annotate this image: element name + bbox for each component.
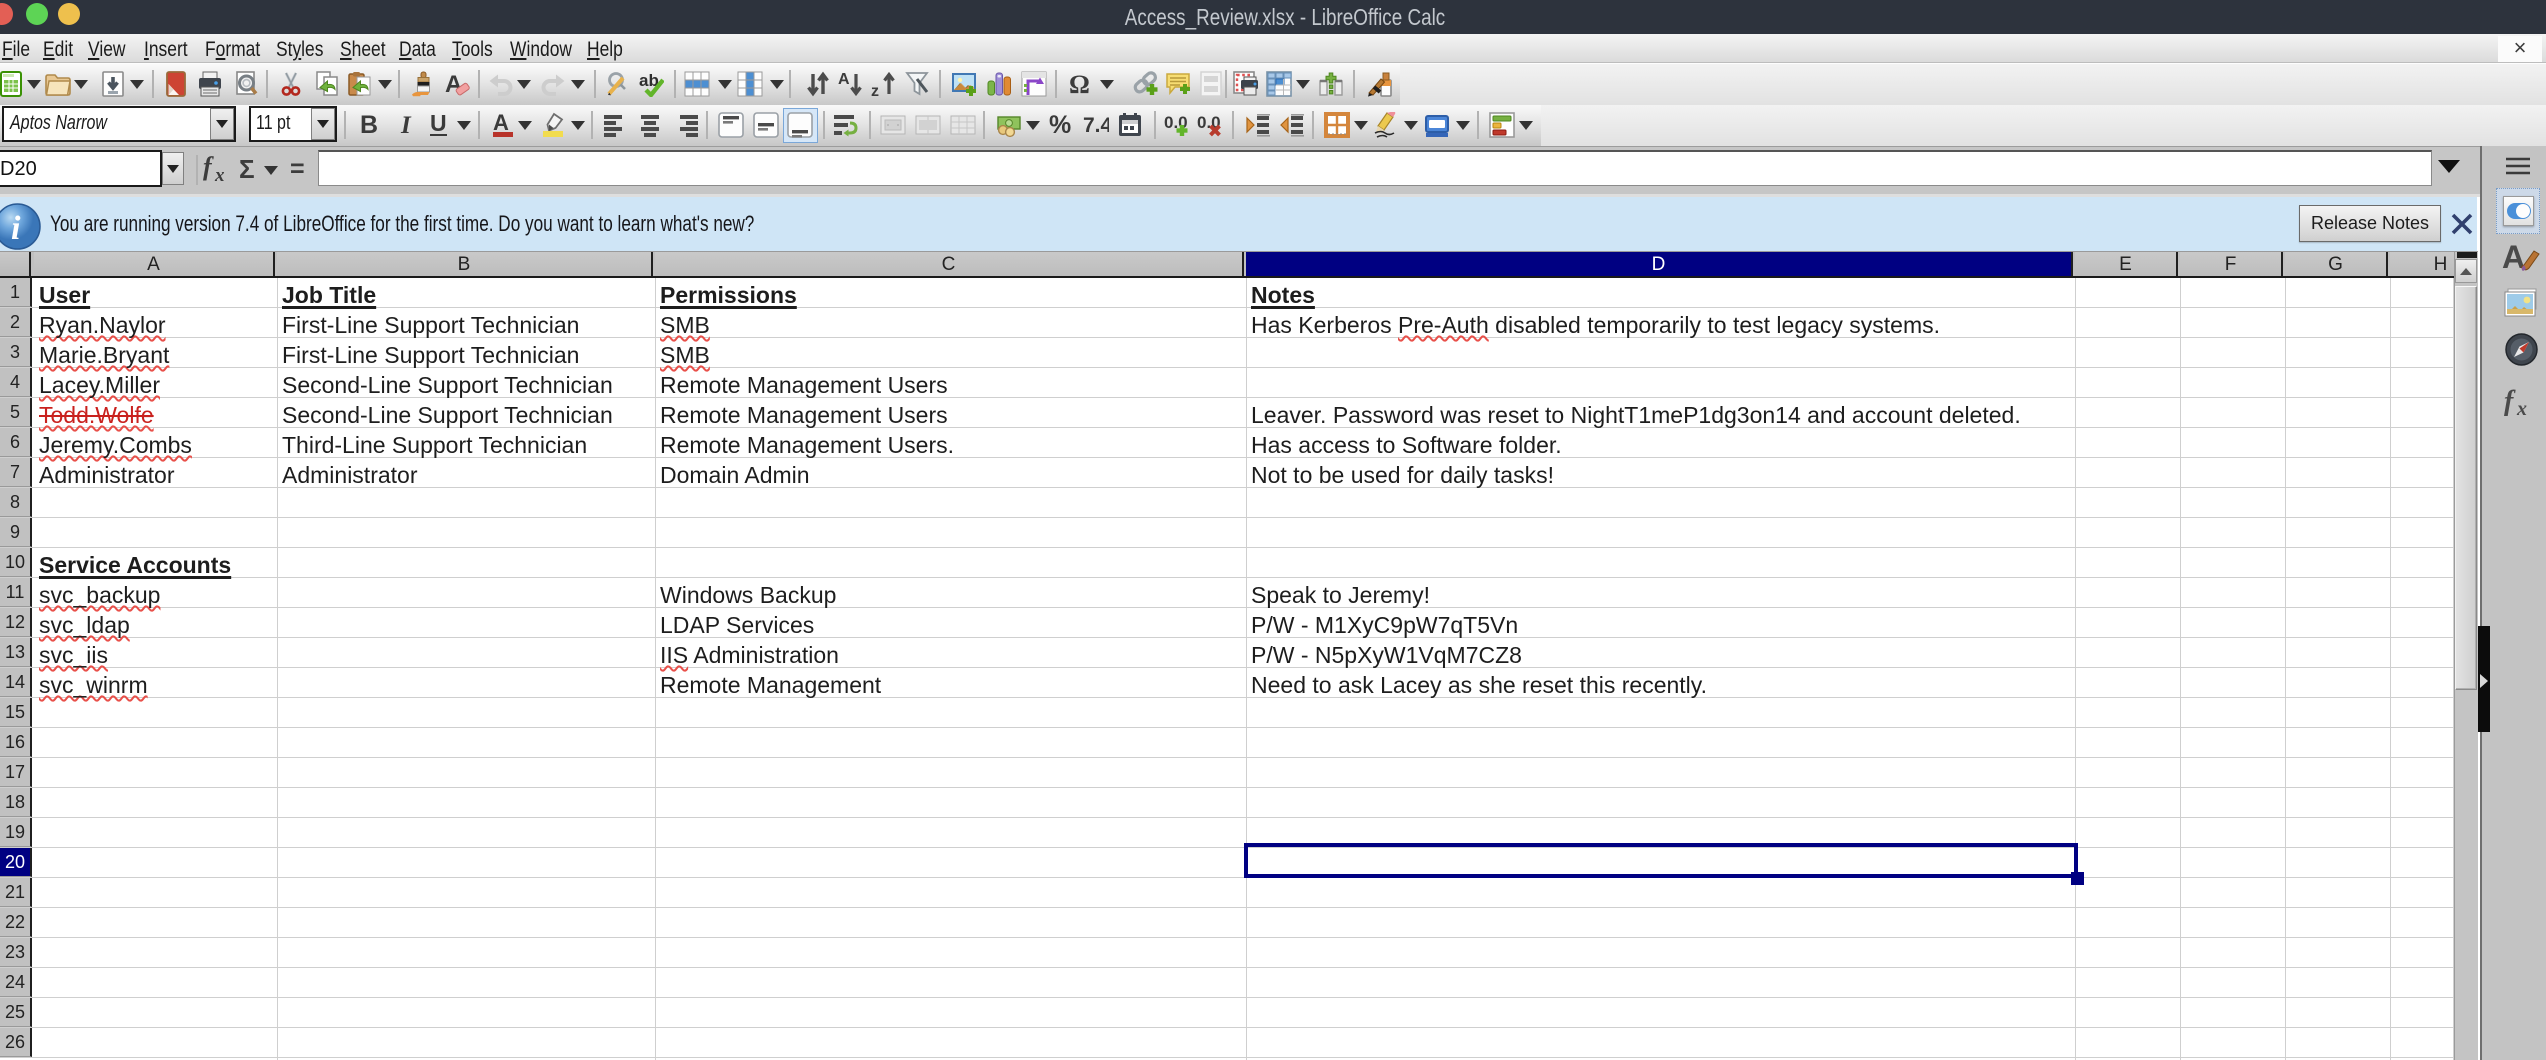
svg-text:A: A <box>838 71 850 88</box>
svg-text:Σ: Σ <box>239 156 255 182</box>
svg-text:i: i <box>11 210 21 247</box>
svg-text:x: x <box>2516 398 2527 416</box>
svg-text:f: f <box>2504 386 2516 416</box>
svg-text:U: U <box>430 112 447 136</box>
svg-text:f: f <box>203 154 214 181</box>
svg-text:7.4: 7.4 <box>1083 114 1109 137</box>
svg-text:%: % <box>1049 112 1071 138</box>
svg-text:B: B <box>360 112 378 138</box>
svg-text:A: A <box>493 112 509 135</box>
svg-text:z: z <box>871 83 879 97</box>
svg-text:I: I <box>400 112 412 138</box>
svg-text:A: A <box>2502 239 2525 275</box>
svg-text:=: = <box>290 156 305 182</box>
svg-text:Ω: Ω <box>1069 71 1090 97</box>
svg-text:x: x <box>214 165 225 184</box>
